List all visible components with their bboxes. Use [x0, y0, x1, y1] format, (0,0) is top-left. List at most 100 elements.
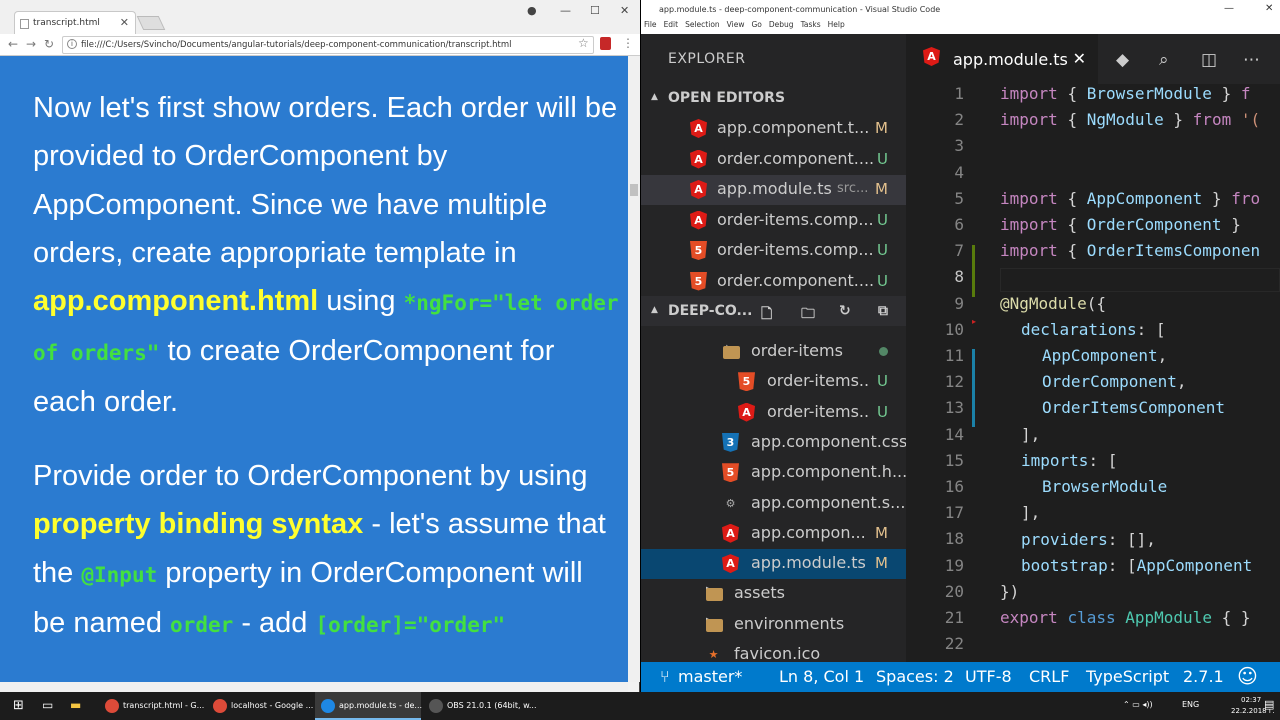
git-compare-icon[interactable]: ◆ [1116, 50, 1129, 70]
code-line-1: import { BrowserModule } f [1000, 84, 1251, 103]
line-number: 15 [944, 450, 964, 470]
keyboard-language[interactable]: ENG [1182, 700, 1199, 709]
address-bar[interactable]: i file:///C:/Users/Svincho/Documents/ang… [62, 36, 594, 54]
minimize-icon[interactable]: — [1224, 3, 1234, 14]
collapse-all-icon[interactable]: ⧉ [878, 303, 888, 319]
menu-item-view[interactable]: View [727, 20, 745, 29]
tree-item[interactable]: ★ favicon.ico [641, 640, 906, 662]
code-line-2: import { NgModule } from '( [1000, 110, 1261, 129]
open-editor-item[interactable]: Aapp.component.t... M [641, 114, 906, 144]
tree-item[interactable]: ▲order-items [641, 337, 906, 367]
file-name: environments [734, 613, 845, 633]
extension-shield-icon[interactable] [600, 37, 611, 50]
line-number: 9 [954, 293, 964, 313]
taskbar-app-button[interactable]: transcript.html - G... [99, 692, 205, 720]
close-tab-icon[interactable]: ✕ [1073, 49, 1086, 68]
tree-item[interactable]: 3 app.component.css [641, 428, 906, 458]
task-view-icon[interactable]: ▭ [42, 698, 53, 712]
menu-item-file[interactable]: File [644, 20, 657, 29]
tree-item[interactable]: Aorder-items.. U [641, 398, 906, 428]
menu-icon[interactable]: ⋮ [622, 36, 634, 50]
horizontal-scrollbar[interactable] [0, 682, 628, 692]
menu-item-edit[interactable]: Edit [664, 20, 679, 29]
file-name: app.module.ts [717, 179, 832, 198]
more-actions-icon[interactable]: ⋯ [1243, 50, 1260, 70]
reload-icon[interactable]: ↻ [44, 37, 54, 51]
notifications-icon[interactable]: ▤ [1264, 698, 1274, 711]
line-number: 6 [954, 215, 964, 234]
browser-tab[interactable]: transcript.html ✕ [14, 11, 136, 35]
line-number: 16 [944, 477, 964, 496]
tray-icons[interactable]: ⌃ ▭ ◂)) [1123, 700, 1153, 709]
file-explorer-icon[interactable]: ▬ [70, 698, 81, 712]
info-icon[interactable]: i [67, 39, 77, 49]
code-line-5: import { AppComponent } fro [1000, 189, 1261, 208]
back-icon[interactable]: ← [8, 37, 18, 51]
scrollbar-thumb[interactable] [630, 184, 638, 196]
tree-item[interactable]: ▶assets [641, 579, 906, 609]
close-tab-icon[interactable]: ✕ [120, 16, 129, 29]
indentation[interactable]: Spaces: 2 [876, 667, 954, 686]
tree-item[interactable]: Aapp.compon... M [641, 519, 906, 549]
menu-item-go[interactable]: Go [751, 20, 761, 29]
browser-toolbar: ← → ↻ i file:///C:/Users/Svincho/Documen… [0, 34, 640, 56]
open-editor-item[interactable]: Aorder-items.comp... U [641, 206, 906, 236]
code-snippet: @Input [81, 562, 158, 587]
taskbar-app-button[interactable]: app.module.ts - de... [315, 692, 422, 720]
start-icon[interactable]: ⊞ [13, 698, 24, 713]
project-header[interactable]: ▲ DEEP-CO... 🗋 🗀 ↻ ⧉ [641, 296, 906, 326]
chevron-down-icon: ▲ [651, 92, 658, 102]
feedback-smiley-icon[interactable]: ☺ [1237, 664, 1258, 688]
file-name: app.module.ts [751, 553, 866, 573]
clock-time[interactable]: 02:37 [1241, 696, 1261, 704]
open-preview-icon[interactable]: ⌕ [1159, 50, 1169, 70]
menu-item-help[interactable]: Help [828, 20, 845, 29]
open-editor-item[interactable]: Aapp.module.ts src... M [641, 175, 906, 205]
angular-icon: A [738, 402, 755, 422]
tree-item[interactable]: Aapp.module.ts M [641, 549, 906, 580]
open-editors-header[interactable]: ▲ OPEN EDITORS [641, 83, 906, 113]
angular-icon: A [690, 180, 707, 199]
code-snippet: [order]="order" [315, 612, 506, 637]
forward-icon[interactable]: → [26, 37, 36, 51]
open-editor-item[interactable]: Aorder.component.... U [641, 145, 906, 175]
menu-item-selection[interactable]: Selection [685, 20, 720, 29]
ts-version[interactable]: 2.7.1 [1183, 667, 1224, 686]
vertical-scrollbar[interactable] [628, 56, 640, 682]
code-line-16: BrowserModule [1042, 477, 1168, 496]
tree-item[interactable]: 5 order-items.. U [641, 367, 906, 397]
menu-item-tasks[interactable]: Tasks [801, 20, 821, 29]
line-ending[interactable]: CRLF [1029, 667, 1069, 686]
editor-tab-app-module[interactable]: A app.module.ts ✕ [906, 34, 1098, 84]
new-folder-icon[interactable]: 🗀 [801, 303, 815, 327]
language-mode[interactable]: TypeScript [1086, 667, 1169, 686]
new-tab-button[interactable] [136, 16, 166, 30]
tree-item[interactable]: ▶environments [641, 610, 906, 640]
maximize-icon[interactable]: ☐ [590, 4, 600, 17]
taskbar-app-button[interactable]: OBS 21.0.1 (64bit, w... [423, 692, 537, 720]
split-editor-icon[interactable]: ◫ [1201, 50, 1217, 70]
new-file-icon[interactable]: 🗋 [761, 303, 772, 327]
line-number: 4 [954, 162, 964, 182]
open-editor-item[interactable]: 5 order.component.... U [641, 267, 906, 297]
tree-item[interactable]: 5 app.component.h... [641, 458, 906, 488]
cursor-position[interactable]: Ln 8, Col 1 [779, 667, 864, 686]
open-editor-item[interactable]: 5 order-items.comp... U [641, 236, 906, 266]
refresh-icon[interactable]: ↻ [839, 303, 851, 319]
tree-item[interactable]: ⚙ app.component.s... [641, 489, 906, 519]
minimize-icon[interactable]: — [560, 4, 571, 17]
close-window-icon[interactable]: ✕ [620, 4, 629, 17]
encoding[interactable]: UTF-8 [965, 667, 1012, 686]
close-window-icon[interactable]: ✕ [1265, 3, 1273, 14]
folder-icon [723, 346, 740, 359]
html5-icon: 5 [738, 372, 755, 392]
code-line-21: export class AppModule { } [1000, 608, 1251, 627]
menu-item-debug[interactable]: Debug [769, 20, 794, 29]
git-branch-icon[interactable]: ⑂ [660, 667, 670, 686]
windows-taskbar: ⊞ ▭ ▬ transcript.html - G... localhost - … [0, 692, 1280, 720]
bookmark-star-icon[interactable]: ☆ [578, 36, 589, 50]
git-branch[interactable]: master* [678, 667, 742, 686]
profile-icon[interactable]: ● [527, 4, 537, 17]
taskbar-app-label: OBS 21.0.1 (64bit, w... [447, 701, 537, 710]
taskbar-app-button[interactable]: localhost - Google ... [207, 692, 313, 720]
